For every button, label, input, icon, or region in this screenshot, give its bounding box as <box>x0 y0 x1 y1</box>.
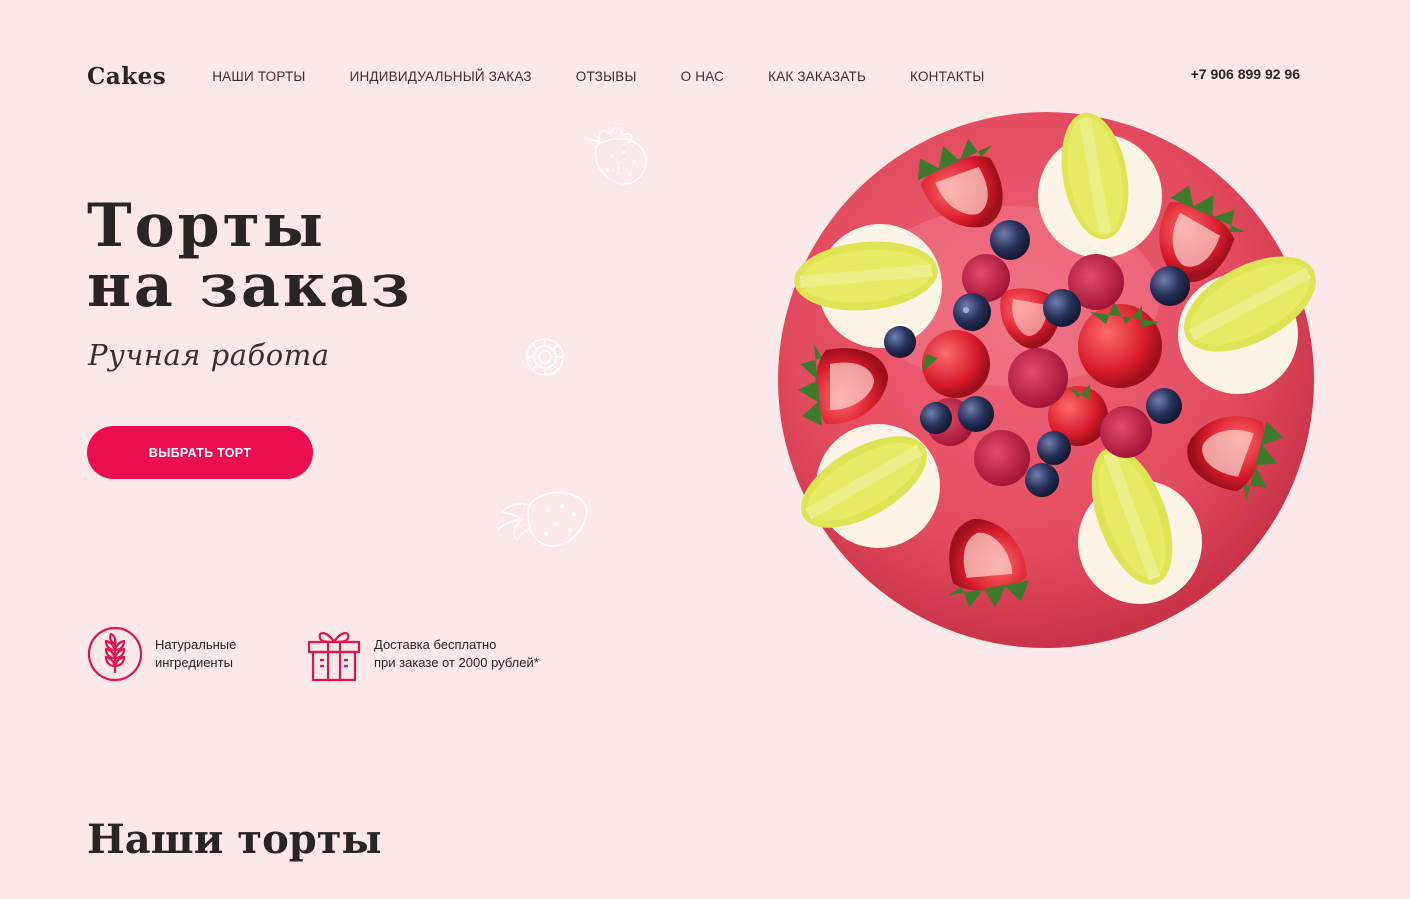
hero-title-line-2: на заказ <box>87 251 413 321</box>
header: Cakes НАШИ ТОРТЫ ИНДИВИДУАЛЬНЫЙ ЗАКАЗ ОТ… <box>87 58 1300 94</box>
feature-line-1: Доставка бесплатно <box>374 637 497 652</box>
nav-link-reviews[interactable]: ОТЗЫВЫ <box>576 69 637 84</box>
strawberry-outline-icon <box>583 126 647 185</box>
feature-text: Доставка бесплатно при заказе от 2000 ру… <box>374 636 539 672</box>
flower-outline-icon <box>526 338 564 376</box>
logo[interactable]: Cakes <box>87 63 166 90</box>
feature-line-2: ингредиенты <box>155 655 233 670</box>
nav-link-our-cakes[interactable]: НАШИ ТОРТЫ <box>212 69 305 84</box>
nav-link-about[interactable]: О НАС <box>681 69 724 84</box>
phone-number[interactable]: +7 906 899 92 96 <box>1191 66 1300 82</box>
feature-natural-ingredients: Натуральные ингредиенты <box>87 626 236 682</box>
feature-text: Натуральные ингредиенты <box>155 636 236 672</box>
nav-link-contacts[interactable]: КОНТАКТЫ <box>910 69 984 84</box>
section-title-our-cakes: Наши торты <box>87 816 382 863</box>
feature-line-1: Натуральные <box>155 637 237 652</box>
cake-image <box>768 104 1328 664</box>
strawberry-outline-icon-2 <box>497 491 588 547</box>
nav-link-how-to-order[interactable]: КАК ЗАКАЗАТЬ <box>768 69 866 84</box>
wheat-icon <box>87 626 143 682</box>
main-nav: НАШИ ТОРТЫ ИНДИВИДУАЛЬНЫЙ ЗАКАЗ ОТЗЫВЫ О… <box>212 69 1028 84</box>
nav-link-custom-order[interactable]: ИНДИВИДУАЛЬНЫЙ ЗАКАЗ <box>350 69 532 84</box>
hero-title-line-1: Торты <box>87 191 326 261</box>
choose-cake-button[interactable]: ВЫБРАТЬ ТОРТ <box>87 426 313 479</box>
gift-icon <box>307 632 361 682</box>
feature-line-2: при заказе от 2000 рублей* <box>374 655 539 670</box>
feature-free-delivery: Доставка бесплатно при заказе от 2000 ру… <box>306 626 539 682</box>
hero-title: Торты на заказ <box>87 196 507 316</box>
hero-subtitle: Ручная работа <box>88 338 330 372</box>
